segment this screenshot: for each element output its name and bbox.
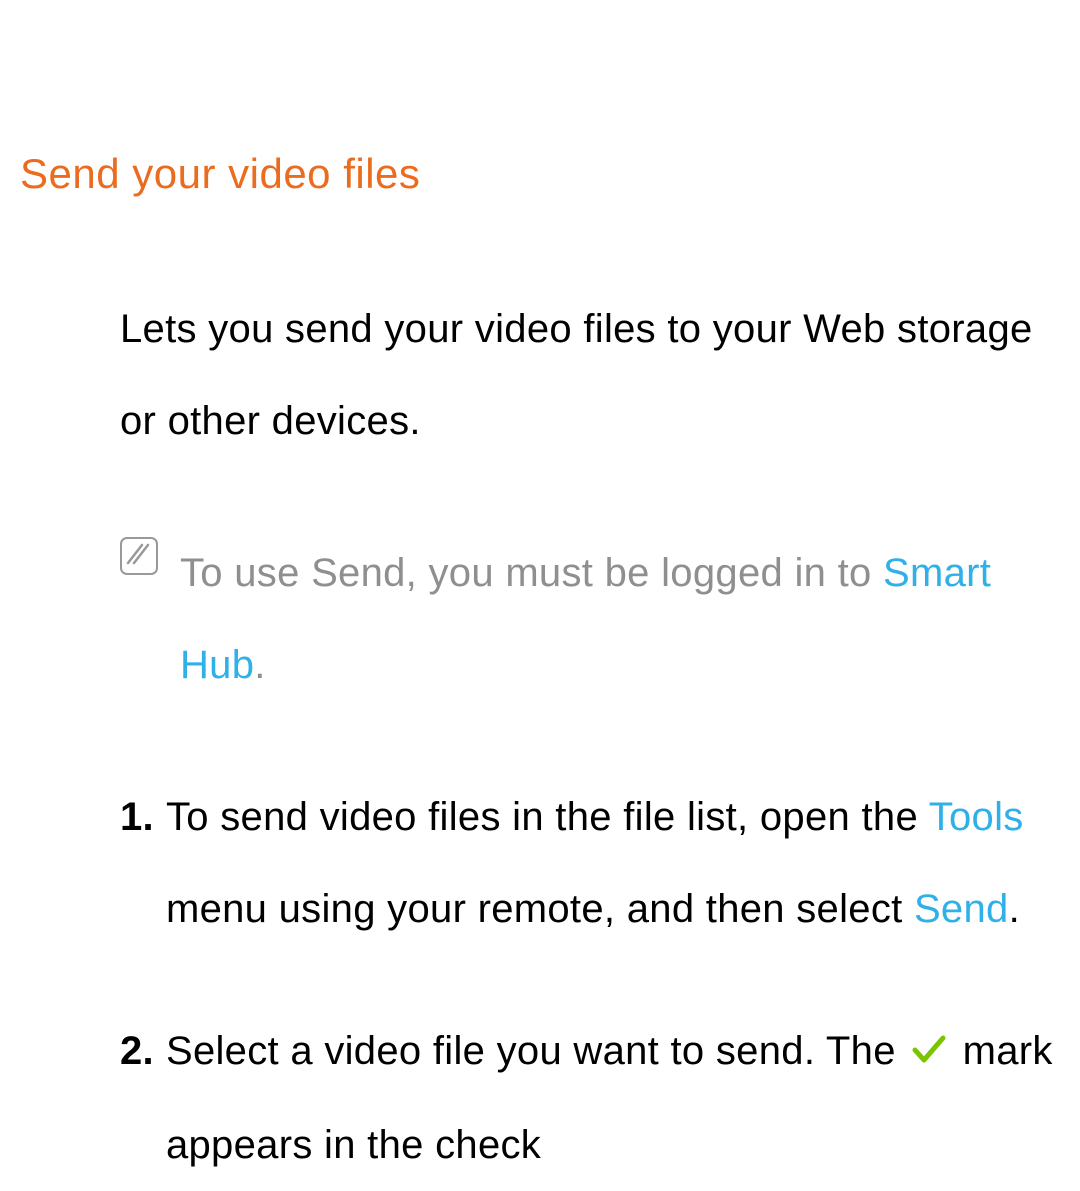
step-text: To send video files in the file list, op… xyxy=(166,771,1060,955)
list-item: 2. Select a video file you want to send.… xyxy=(120,1005,1060,1191)
list-item: 1. To send video files in the file list,… xyxy=(120,771,1060,955)
step-text: Select a video file you want to send. Th… xyxy=(166,1005,1060,1191)
note-prefix: To use Send, you must be logged in to xyxy=(180,551,883,595)
page-heading: Send your video files xyxy=(20,150,1060,198)
note-suffix: . xyxy=(254,643,265,687)
note-block: To use Send, you must be logged in to Sm… xyxy=(120,527,1060,711)
note-icon xyxy=(120,537,158,575)
step-number: 1. xyxy=(120,771,154,863)
step-text-part: Select a video file you want to send. Th… xyxy=(166,1029,907,1073)
step-text-part: menu using your remote, and then select xyxy=(166,887,914,931)
steps-list: 1. To send video files in the file list,… xyxy=(120,771,1060,1191)
step-text-part: To send video files in the file list, op… xyxy=(166,795,929,839)
highlight-text: Tools xyxy=(929,795,1024,839)
checkmark-icon xyxy=(911,1007,947,1099)
step-text-part: . xyxy=(1009,887,1020,931)
note-text: To use Send, you must be logged in to Sm… xyxy=(180,527,1060,711)
step-number: 2. xyxy=(120,1005,154,1097)
highlight-text: Send xyxy=(914,887,1009,931)
intro-text: Lets you send your video files to your W… xyxy=(120,283,1060,467)
